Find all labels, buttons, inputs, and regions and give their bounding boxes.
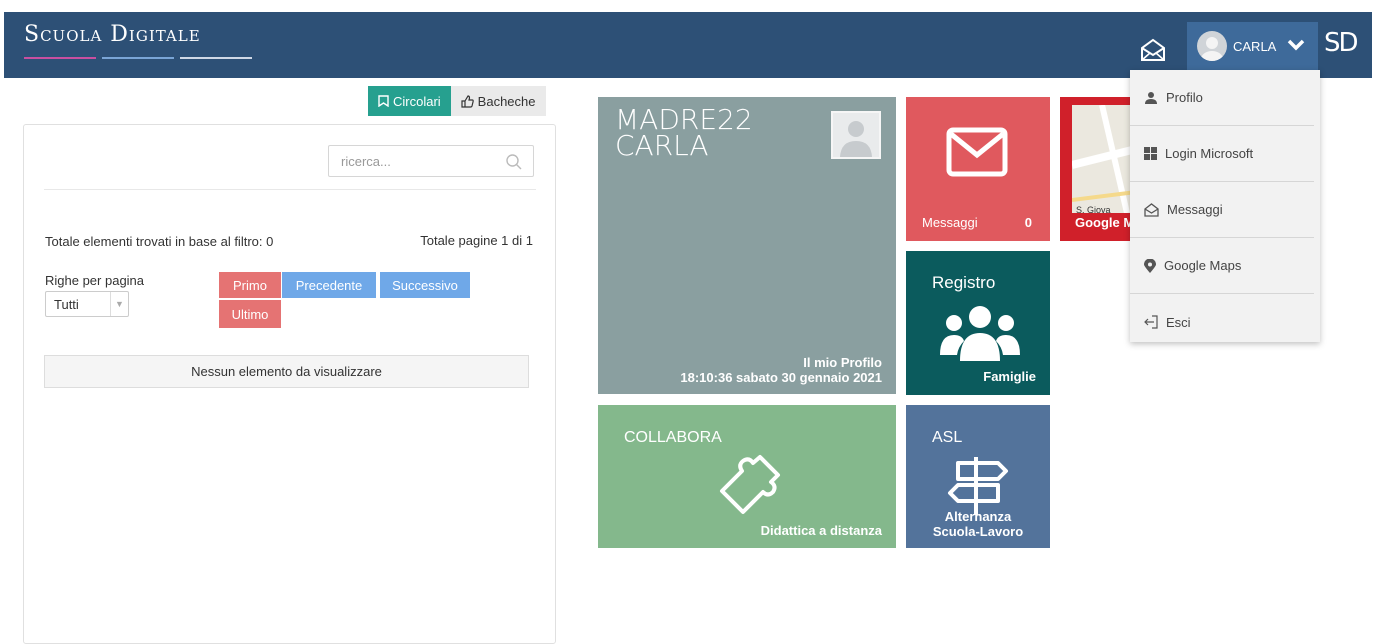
tab-circolari-label: Circolari [393, 93, 441, 109]
envelope-icon [946, 127, 1008, 177]
tab-circolari[interactable]: Circolari [368, 86, 451, 116]
puzzle-icon [720, 455, 780, 514]
messages-tile[interactable]: Messaggi 0 [906, 97, 1050, 241]
content-tabs: Circolari Bacheche [368, 86, 546, 116]
registro-title: Registro [932, 273, 996, 292]
envelope-open-icon[interactable] [1139, 36, 1167, 64]
profile-label: Il mio Profilo [803, 355, 882, 370]
asl-title: ASL [932, 429, 963, 446]
menu-item-label: Messaggi [1167, 202, 1223, 217]
users-icon [940, 306, 1020, 361]
menu-item-label: Esci [1166, 314, 1191, 330]
map-marker-icon [1144, 258, 1156, 273]
menu-item-profilo[interactable]: Profilo [1130, 70, 1314, 126]
collabora-tile[interactable]: COLLABORA Didattica a distanza [598, 405, 896, 548]
windows-icon [1144, 147, 1157, 160]
user-icon [1145, 91, 1157, 104]
select-arrow-icon: ▼ [110, 292, 128, 316]
sign-out-icon [1144, 315, 1158, 329]
profile-tile[interactable]: MADRE22 CARLA Il mio Profilo 18:10:36 sa… [598, 97, 896, 394]
top-navbar: Scuola Digitale CARLA SD [4, 12, 1372, 78]
divider [44, 189, 536, 190]
user-name: CARLA [1233, 39, 1277, 54]
chevron-down-icon [1287, 39, 1305, 51]
menu-item-messaggi[interactable]: Messaggi [1130, 182, 1314, 238]
asl-label: Alternanza Scuola-Lavoro [932, 509, 1024, 539]
last-page-button[interactable]: Ultimo [219, 300, 281, 328]
search-placeholder: ricerca... [341, 154, 391, 169]
menu-item-login-microsoft[interactable]: Login Microsoft [1130, 126, 1314, 182]
google-maps-tile[interactable]: S. Giova Google Maps [1060, 97, 1140, 241]
avatar [1197, 31, 1227, 61]
search-icon [506, 154, 522, 170]
menu-item-label: Profilo [1166, 90, 1203, 105]
tab-bacheche[interactable]: Bacheche [450, 86, 546, 116]
collabora-title: COLLABORA [624, 429, 722, 446]
total-pages-text: Totale pagine 1 di 1 [420, 233, 533, 248]
user-dropdown-menu: Profilo Login Microsoft Messaggi Google … [1130, 70, 1320, 342]
signpost-icon [948, 457, 1008, 515]
rows-per-page-value: Tutti [54, 297, 79, 312]
messages-label: Messaggi [922, 215, 978, 230]
search-input[interactable]: ricerca... [328, 145, 534, 177]
rows-per-page-select[interactable]: Tutti ▼ [45, 291, 129, 317]
profile-name: MADRE22 CARLA [615, 103, 753, 162]
menu-item-label: Login Microsoft [1165, 146, 1254, 161]
profile-photo [831, 111, 881, 159]
menu-item-label: Google Maps [1164, 258, 1242, 273]
asl-tile[interactable]: ASL Alternanza Scuola-Lavoro [906, 405, 1050, 548]
user-menu-button[interactable]: CARLA [1187, 22, 1318, 70]
registro-label: Famiglie [983, 369, 1036, 384]
total-elements-text: Totale elementi trovati in base al filtr… [45, 234, 274, 249]
next-page-button[interactable]: Successivo [380, 272, 470, 298]
tab-bacheche-label: Bacheche [477, 93, 536, 109]
envelope-open-icon [1144, 202, 1159, 217]
empty-message: Nessun elemento da visualizzare [44, 355, 529, 388]
circolari-panel: ricerca... Totale elementi trovati in ba… [23, 124, 556, 644]
messages-count: 0 [1024, 215, 1032, 230]
rows-per-page-label: Righe per pagina [45, 273, 145, 288]
sd-brand-logo[interactable]: SD [1324, 28, 1359, 58]
registro-tile[interactable]: Registro Famiglie [906, 251, 1050, 395]
map-street-label: S. Giova [1076, 205, 1111, 213]
menu-item-esci[interactable]: Esci [1130, 294, 1314, 350]
bookmark-icon [378, 95, 389, 107]
profile-datetime: 18:10:36 sabato 30 gennaio 2021 [680, 370, 882, 385]
app-logo[interactable]: Scuola Digitale [24, 22, 201, 47]
previous-page-button[interactable]: Precedente [282, 272, 376, 298]
collabora-label: Didattica a distanza [760, 523, 882, 538]
menu-item-google-maps[interactable]: Google Maps [1130, 238, 1314, 294]
first-page-button[interactable]: Primo [219, 272, 281, 298]
thumbs-up-icon [461, 94, 474, 108]
logo-underline [24, 57, 254, 60]
